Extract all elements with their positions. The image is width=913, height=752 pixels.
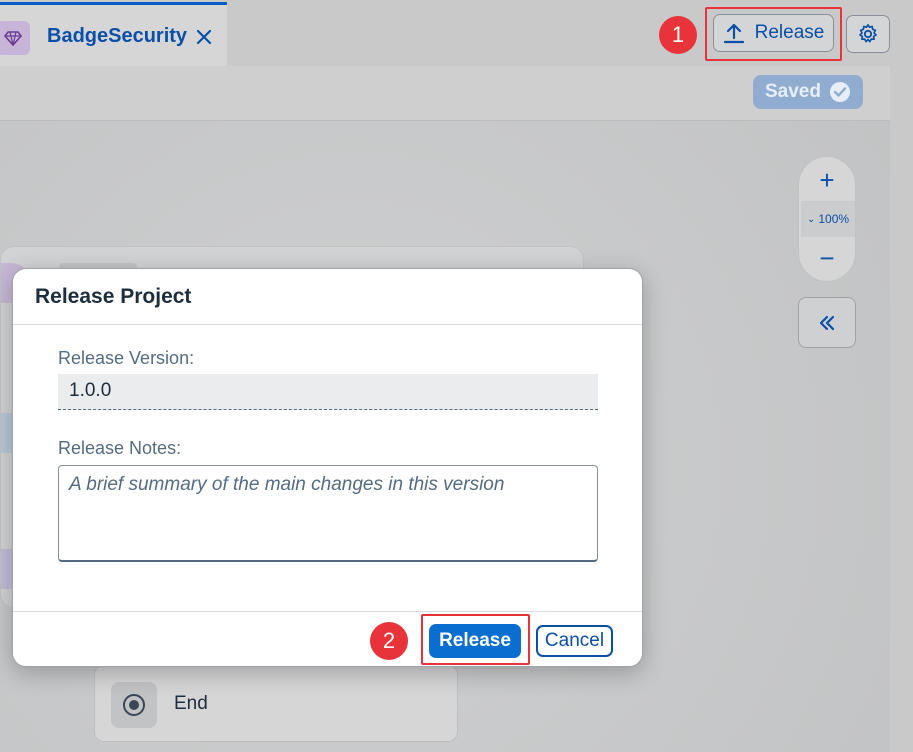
- chevron-down-icon: ⌄: [806, 213, 816, 225]
- zoom-level-select[interactable]: ⌄ 100%: [801, 201, 855, 237]
- release-project-dialog: Release Project Release Version: 1.0.0 R…: [12, 268, 643, 667]
- saved-status: Saved: [753, 75, 863, 109]
- diamond-icon: [0, 21, 30, 55]
- step-2-badge: 2: [370, 622, 408, 660]
- collapse-panel-button[interactable]: [798, 297, 856, 348]
- top-bar: BadgeSecurity 1 Release: [0, 0, 913, 66]
- release-notes-input[interactable]: [58, 465, 598, 562]
- saved-label: Saved: [765, 81, 821, 102]
- dialog-title: Release Project: [35, 285, 192, 308]
- release-button-top[interactable]: Release: [713, 14, 834, 52]
- gear-icon: [859, 24, 877, 43]
- release-version-label: Release Version:: [58, 348, 195, 368]
- check-circle-icon: [829, 82, 850, 102]
- release-button-top-label: Release: [754, 22, 825, 43]
- zoom-out-button[interactable]: −: [799, 243, 855, 273]
- end-node[interactable]: End: [94, 665, 458, 742]
- release-button[interactable]: Release: [429, 624, 521, 658]
- release-notes-label: Release Notes:: [58, 438, 182, 458]
- release-version-input[interactable]: 1.0.0: [58, 374, 598, 410]
- stop-icon: [111, 682, 157, 728]
- zoom-level-value: 100%: [818, 212, 850, 226]
- tab-label: BadgeSecurity: [47, 25, 188, 47]
- upload-icon: [723, 23, 744, 44]
- close-icon[interactable]: [192, 25, 216, 49]
- zoom-in-button[interactable]: +: [799, 165, 855, 195]
- step-1-badge: 1: [659, 16, 697, 54]
- double-chevron-left-icon: [819, 315, 835, 330]
- tab-badgesecurity[interactable]: BadgeSecurity: [0, 2, 227, 66]
- dialog-header: Release Project: [13, 269, 642, 325]
- cancel-button[interactable]: Cancel: [536, 625, 613, 657]
- end-node-label: End: [174, 693, 208, 714]
- settings-button[interactable]: [846, 15, 890, 53]
- zoom-panel: + ⌄ 100% −: [798, 156, 856, 282]
